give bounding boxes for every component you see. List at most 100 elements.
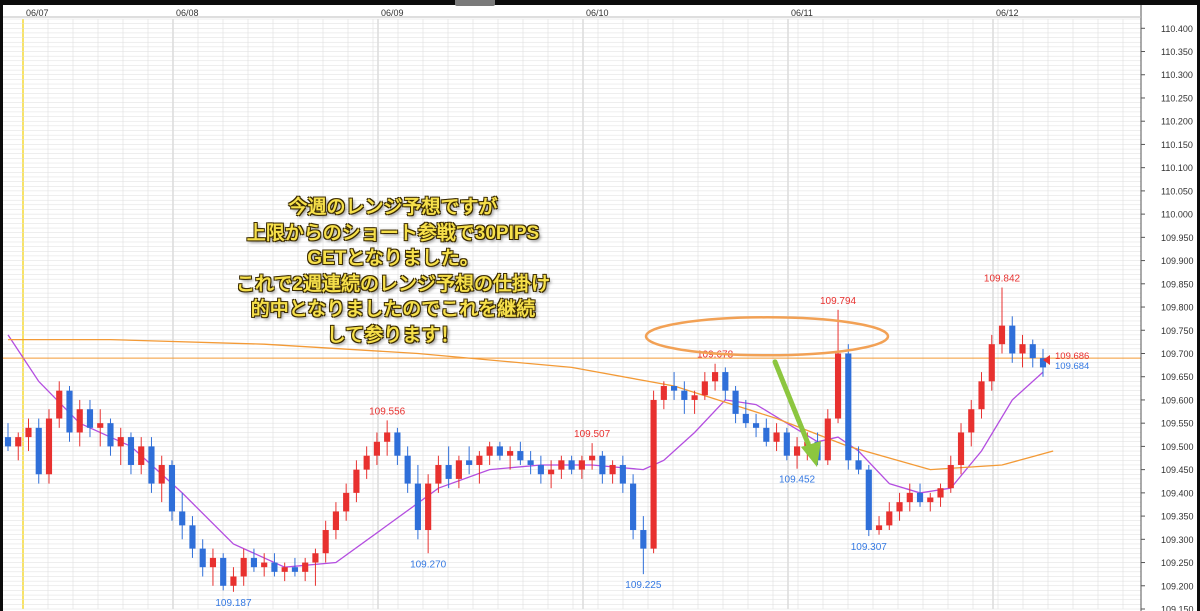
candle-body bbox=[896, 502, 903, 512]
candle-body bbox=[978, 381, 985, 410]
candle-body bbox=[834, 353, 842, 419]
candle-body bbox=[609, 464, 616, 475]
candle-body bbox=[384, 432, 391, 442]
candle-body bbox=[240, 557, 247, 577]
candle-body bbox=[855, 460, 862, 470]
price-tick-label: 109.950 bbox=[1161, 233, 1194, 243]
candle-body bbox=[445, 464, 452, 479]
candle-body bbox=[220, 557, 227, 586]
candle-body bbox=[548, 469, 555, 475]
candle-body bbox=[466, 460, 473, 465]
price-tick-label: 110.000 bbox=[1161, 210, 1193, 220]
high-price-label: 109.556 bbox=[369, 406, 406, 417]
candle-body bbox=[630, 483, 637, 531]
chart-frame: 109.556 109.507 109.678 109.794 109.842 109.1… bbox=[3, 5, 1197, 611]
candle-body bbox=[179, 511, 186, 526]
high-price-label: 109.842 bbox=[984, 274, 1021, 285]
candle-body bbox=[343, 492, 350, 512]
candle-body bbox=[404, 455, 411, 484]
price-tick-label: 110.400 bbox=[1161, 24, 1193, 34]
candle-body bbox=[671, 386, 678, 391]
price-tick-label: 109.500 bbox=[1161, 442, 1194, 452]
price-tick-label: 110.300 bbox=[1161, 70, 1193, 80]
candle-body bbox=[558, 460, 565, 470]
candle-body bbox=[148, 446, 155, 484]
annotation-text: 今週のレンジ予想ですが 上限からのショート参戦で30PIPS GETとなりました… bbox=[193, 195, 593, 348]
candle-body bbox=[875, 525, 883, 531]
candle-body bbox=[425, 483, 432, 531]
candle-body bbox=[45, 418, 53, 475]
candle-body bbox=[507, 451, 514, 456]
candle-body bbox=[199, 548, 206, 568]
candle-body bbox=[640, 530, 647, 549]
price-tick-label: 109.600 bbox=[1161, 395, 1194, 405]
candle-body bbox=[353, 469, 360, 493]
candle-body bbox=[824, 418, 831, 461]
candle-body bbox=[619, 464, 626, 484]
candle-body bbox=[773, 432, 780, 442]
high-price-label: 109.507 bbox=[574, 429, 611, 440]
price-tick-label: 109.200 bbox=[1161, 581, 1194, 591]
candle-body bbox=[15, 437, 22, 447]
candle-body bbox=[414, 483, 421, 531]
price-tick-label: 110.200 bbox=[1161, 117, 1193, 127]
price-tick-label: 110.350 bbox=[1161, 47, 1193, 57]
price-tick-label: 109.300 bbox=[1161, 535, 1194, 545]
price-tick-label: 110.050 bbox=[1161, 186, 1193, 196]
candle-body bbox=[793, 446, 801, 456]
candle-body bbox=[189, 525, 196, 549]
candle-body bbox=[916, 492, 924, 503]
price-tick-label: 109.350 bbox=[1161, 512, 1194, 522]
low-price-label: 109.307 bbox=[851, 542, 888, 553]
candle-body bbox=[599, 455, 606, 475]
high-price-label: 109.794 bbox=[820, 296, 857, 307]
price-tick-label: 109.450 bbox=[1161, 465, 1194, 475]
candle-body bbox=[158, 464, 165, 484]
candle-body bbox=[322, 530, 329, 554]
low-price-label: 109.225 bbox=[625, 580, 662, 591]
price-tick-label: 109.650 bbox=[1161, 372, 1194, 382]
candle-body bbox=[250, 557, 258, 568]
candle-body bbox=[1029, 344, 1036, 359]
price-chart[interactable]: 109.556109.507109.678109.794109.842109.1… bbox=[3, 5, 1197, 611]
annotation-line: 今週のレンジ予想ですが bbox=[288, 197, 498, 218]
candle-body bbox=[742, 413, 749, 424]
date-label: 06/10 bbox=[586, 8, 609, 18]
candle-body bbox=[127, 437, 135, 465]
candle-body bbox=[752, 423, 760, 428]
price-tick-label: 110.150 bbox=[1161, 140, 1193, 150]
candle-body bbox=[435, 464, 442, 484]
candle-body bbox=[230, 576, 237, 586]
candle-body bbox=[168, 464, 176, 512]
annotation-line: これで2週連続のレンジ予想の仕掛け bbox=[236, 273, 550, 295]
candle-body bbox=[865, 469, 872, 531]
candle-body bbox=[681, 390, 688, 400]
annotation-line: して参ります！ bbox=[326, 324, 460, 346]
price-tick-label: 109.400 bbox=[1161, 488, 1194, 498]
candle-body bbox=[76, 409, 83, 433]
candle-body bbox=[712, 372, 719, 382]
candle-body bbox=[968, 409, 975, 433]
candle-body bbox=[732, 390, 739, 414]
annotation-line: GETとなりました。 bbox=[307, 248, 479, 269]
down-arrow-shaft bbox=[772, 359, 814, 454]
candle-body bbox=[476, 455, 483, 465]
candle-body bbox=[291, 567, 299, 572]
scroll-handle[interactable] bbox=[455, 0, 495, 6]
candle-body bbox=[886, 511, 893, 526]
candle-body bbox=[373, 441, 380, 456]
low-price-label: 109.452 bbox=[779, 475, 816, 486]
candle-body bbox=[578, 460, 585, 470]
date-label: 06/07 bbox=[26, 8, 49, 18]
date-label: 06/11 bbox=[791, 8, 813, 18]
annotation-line: 上限からのショート参戦で30PIPS bbox=[246, 222, 540, 244]
candle-body bbox=[927, 497, 934, 503]
price-tick-label: 110.100 bbox=[1161, 163, 1193, 173]
candle-body bbox=[35, 427, 42, 475]
candle-body bbox=[209, 557, 217, 568]
candle-body bbox=[845, 353, 852, 461]
price-tick-label: 109.150 bbox=[1161, 605, 1194, 611]
price-tick-label: 110.250 bbox=[1161, 93, 1193, 103]
candle-body bbox=[455, 460, 462, 479]
candle-body bbox=[937, 488, 944, 498]
